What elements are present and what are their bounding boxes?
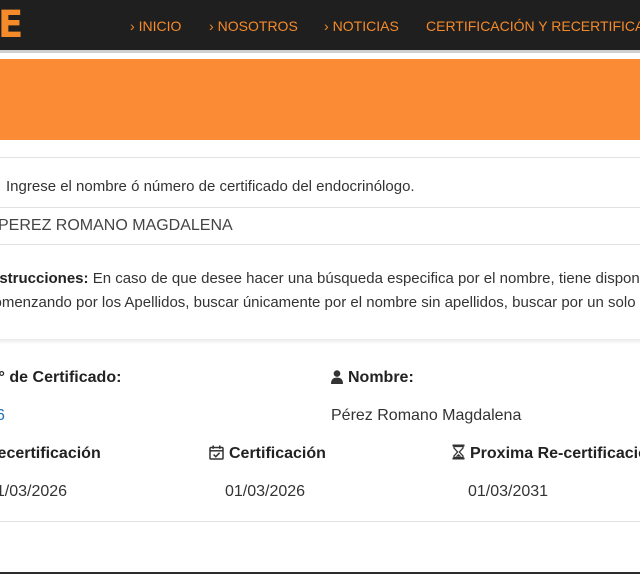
cert-value: 01/03/2026 — [225, 483, 306, 500]
recert-label: Recertificación — [0, 445, 101, 462]
name-value: Pérez Romano Magdalena — [331, 407, 522, 424]
divider — [0, 521, 640, 522]
next-recert-label: Proxima Re-certificación — [452, 444, 640, 463]
recert-value: 01/03/2026 — [0, 483, 68, 500]
calendar-check-icon — [209, 445, 224, 460]
top-navbar: E › INICIO › NOSOTROS › NOTICIAS CERTIFICAC… — [0, 0, 640, 53]
card-bottom-shadow — [0, 339, 640, 344]
cert-number-label: N° de Certificado: — [0, 369, 122, 386]
divider — [0, 157, 640, 158]
cert-label: Certificación — [209, 444, 326, 463]
instructions-line: Instrucciones: En caso de que desee hace… — [0, 267, 640, 291]
instructions-title: Instrucciones: — [0, 270, 89, 287]
instructions-line: comenzando por los Apellidos, buscar úni… — [0, 293, 636, 311]
page-banner — [0, 59, 640, 140]
name-label: Nombre: — [331, 368, 414, 387]
chevron-right-icon: › — [209, 18, 214, 34]
nav-item-label: NOTICIAS — [332, 18, 399, 34]
cert-number-value[interactable]: 6 — [0, 406, 5, 425]
user-icon — [331, 370, 343, 384]
hourglass-icon — [452, 444, 465, 460]
nav-item-noticias[interactable]: › NOTICIAS — [324, 18, 399, 35]
nav-item-label: CERTIFICACIÓN Y RECERTIFICACIÓN — [426, 18, 640, 34]
chevron-right-icon: › — [324, 18, 329, 34]
next-recert-value: 01/03/2031 — [468, 483, 549, 500]
chevron-right-icon: › — [130, 18, 135, 34]
nav-item-certificacion[interactable]: CERTIFICACIÓN Y RECERTIFICACIÓN — [426, 18, 640, 35]
nav-item-label: NOSOTROS — [217, 18, 298, 34]
cert-label-text: Certificación — [229, 445, 326, 462]
nav-item-inicio[interactable]: › INICIO — [130, 18, 181, 35]
nav-item-nosotros[interactable]: › NOSOTROS — [209, 18, 298, 35]
site-logo[interactable]: E — [0, 5, 23, 45]
instructions-text: En caso de que desee hacer una búsqueda … — [88, 270, 640, 287]
search-instructions: Instrucciones: En caso de que desee hace… — [0, 267, 640, 314]
name-label-text: Nombre: — [348, 369, 414, 386]
nav-item-label: INICIO — [138, 18, 182, 34]
divider — [0, 244, 640, 245]
next-recert-label-text: Proxima Re-certificación — [470, 445, 640, 462]
search-input[interactable] — [0, 208, 640, 244]
search-help-text: Ingrese el nombre ó número de certificad… — [6, 178, 415, 195]
